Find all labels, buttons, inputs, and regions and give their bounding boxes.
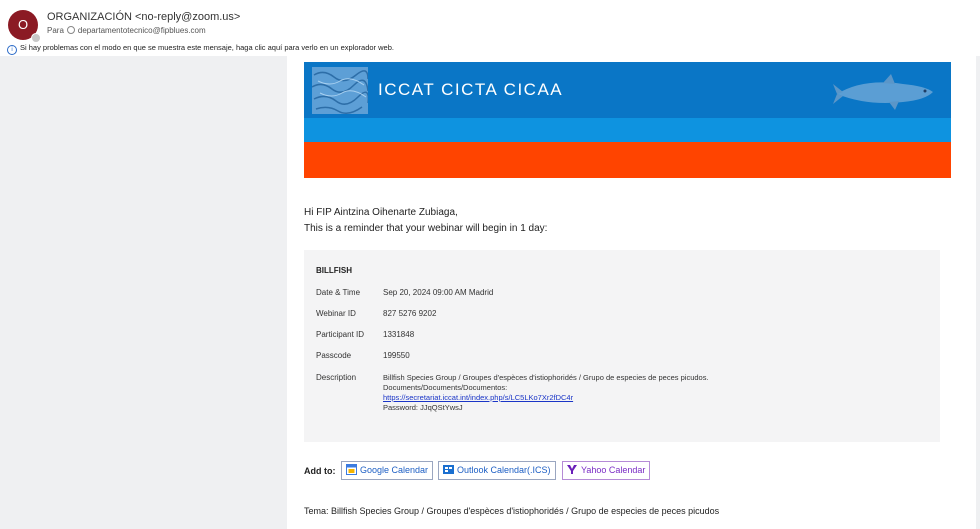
outlook-calendar-button[interactable]: Outlook Calendar(.ICS) xyxy=(438,461,556,480)
info-bar[interactable]: i Si hay problemas con el modo en que se … xyxy=(7,43,394,55)
participant-id-value: 1331848 xyxy=(383,330,415,339)
outlook-calendar-label: Outlook Calendar(.ICS) xyxy=(457,465,551,475)
documents-line: Documents/Documents/Documentos: xyxy=(383,383,508,392)
outlook-calendar-icon xyxy=(443,465,454,474)
google-calendar-icon xyxy=(346,464,357,475)
add-to-label: Add to: xyxy=(304,466,336,476)
greeting-block: Hi FIP Aintzina Oihenarte Zubiaga, This … xyxy=(304,205,547,237)
greeting: Hi FIP Aintzina Oihenarte Zubiaga, xyxy=(304,207,458,218)
banner: ICCAT CICTA CICAA xyxy=(304,62,951,142)
right-margin xyxy=(976,56,980,529)
banner-orange-bar xyxy=(304,142,951,178)
passcode-label: Passcode xyxy=(316,351,352,360)
google-calendar-button[interactable]: Google Calendar xyxy=(341,461,434,480)
recipient-line: Para departamentotecnico@fipblues.com xyxy=(47,26,206,35)
yahoo-calendar-button[interactable]: Yahoo Calendar xyxy=(562,461,651,480)
documents-link[interactable]: https://secretariat.iccat.int/index.php/… xyxy=(383,393,573,402)
tuna-fish-icon xyxy=(833,74,933,110)
yahoo-calendar-label: Yahoo Calendar xyxy=(581,465,646,475)
recipient-address[interactable]: departamentotecnico@fipblues.com xyxy=(78,26,206,35)
banner-title: ICCAT CICTA CICAA xyxy=(378,80,564,99)
description-label: Description xyxy=(316,373,357,382)
recipient-status-icon xyxy=(66,26,75,34)
email-header: O ORGANIZACIÓN <no-reply@zoom.us> Para de… xyxy=(0,0,980,56)
info-message[interactable]: Si hay problemas con el modo en que se m… xyxy=(20,43,394,52)
passcode-value: 199550 xyxy=(383,351,410,360)
topic-line: Tema: Billfish Species Group / Groupes d… xyxy=(304,506,720,516)
sender-name[interactable]: ORGANIZACIÓN <no-reply@zoom.us> xyxy=(47,11,240,23)
presence-badge xyxy=(31,33,41,43)
date-time-value: Sep 20, 2024 09:00 AM Madrid xyxy=(383,288,494,297)
date-time-label: Date & Time xyxy=(316,288,361,297)
webinar-title: BILLFISH xyxy=(316,266,352,275)
left-margin xyxy=(0,56,287,529)
webinar-id-label: Webinar ID xyxy=(316,309,356,318)
info-icon: i xyxy=(7,45,17,55)
yahoo-icon xyxy=(567,465,577,474)
description-line: Billfish Species Group / Groupes d'espèc… xyxy=(383,373,709,382)
description-value: Billfish Species Group / Groupes d'espèc… xyxy=(383,373,709,413)
google-calendar-label: Google Calendar xyxy=(360,465,429,475)
reminder-text: This is a reminder that your webinar wil… xyxy=(304,223,548,234)
iccat-logo-icon xyxy=(312,67,368,114)
banner-strip xyxy=(304,118,951,142)
webinar-details-card: BILLFISH Date & Time Sep 20, 2024 09:00 … xyxy=(304,250,940,442)
to-label: Para xyxy=(47,26,64,35)
webinar-id-value: 827 5276 9202 xyxy=(383,309,437,318)
password-line: Password: JJqQStYwsJ xyxy=(383,403,463,412)
participant-id-label: Participant ID xyxy=(316,330,365,339)
